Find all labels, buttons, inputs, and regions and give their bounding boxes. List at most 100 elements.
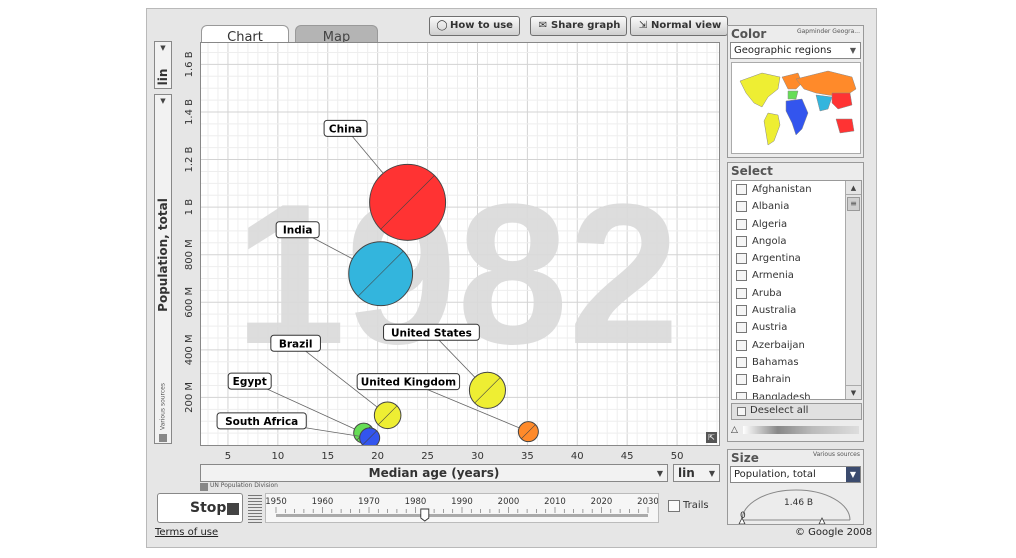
world-map-icon (739, 70, 857, 146)
region-color-map[interactable] (731, 62, 861, 154)
x-scale-dropdown[interactable]: lin ▼ (673, 464, 720, 482)
normal-view-button[interactable]: ⇲ Normal view (630, 16, 729, 36)
chevron-down-icon: ▼ (160, 44, 166, 52)
terms-of-use-link[interactable]: Terms of use (155, 527, 218, 538)
list-item[interactable]: Bahrain (732, 371, 846, 388)
bubble-label: Brazil (279, 338, 313, 350)
x-tick-label: 40 (571, 451, 584, 462)
info-icon (200, 483, 208, 491)
color-dropdown[interactable]: Geographic regions ▼ (730, 42, 861, 59)
checkbox-icon (668, 500, 680, 512)
timeline-year-label: 1970 (358, 497, 380, 507)
size-dropdown[interactable]: Population, total ▼ (730, 466, 861, 483)
scroll-down-icon[interactable]: ▼ (846, 385, 861, 399)
time-slider[interactable]: 1950 1960 1970 1980 1990 2000 2010 2020 2030 (265, 493, 659, 523)
size-gauge-value: 1.46 B (784, 498, 814, 508)
checkbox-icon[interactable] (736, 270, 747, 282)
select-panel-title: Select (731, 164, 773, 178)
trails-label: Trails (683, 500, 709, 511)
checkbox-icon (737, 407, 746, 416)
list-item[interactable]: Afghanistan (732, 181, 846, 198)
chevron-down-icon: ▼ (708, 469, 715, 478)
y-tick-label: 800 M (184, 239, 195, 270)
checkbox-icon[interactable] (736, 201, 747, 213)
checkbox-icon[interactable] (736, 253, 747, 265)
list-item[interactable]: Bangladesh (732, 389, 846, 399)
chevron-down-icon: ▼ (849, 46, 856, 55)
country-name: Azerbaijan (752, 339, 805, 351)
checkbox-icon[interactable] (736, 356, 747, 368)
opacity-slider[interactable]: △ (731, 423, 862, 437)
list-item[interactable]: Bahamas (732, 354, 846, 371)
expand-icon[interactable]: ⇱ (706, 432, 717, 443)
chart-plot-area: 1982 China India United States Brazil United … (200, 42, 720, 449)
y-tick-label: 400 M (184, 334, 195, 365)
speed-control[interactable] (248, 495, 262, 523)
checkbox-icon[interactable] (736, 391, 747, 399)
scroll-up-icon[interactable]: ▲ (846, 181, 861, 195)
how-to-use-button[interactable]: ◯ How to use (429, 16, 520, 36)
slider-handle-icon[interactable]: △ (731, 425, 738, 435)
checkbox-icon[interactable] (736, 374, 747, 386)
timeline-year-label: 1950 (266, 497, 287, 507)
stop-label: Stop (190, 500, 227, 516)
bubble-label: United Kingdom (361, 377, 456, 389)
list-item[interactable]: Argentina (732, 250, 846, 267)
list-item[interactable]: Australia (732, 302, 846, 319)
x-indicator-dropdown[interactable]: Median age (years) ▼ (200, 464, 668, 482)
checkbox-icon[interactable] (736, 322, 747, 334)
x-tick-label: 20 (371, 451, 384, 462)
list-item[interactable]: Angola (732, 233, 846, 250)
country-list[interactable]: Afghanistan Albania Algeria Angola Argentina… (731, 180, 862, 400)
scatter-chart: 1982 China India United States Brazil United … (201, 43, 719, 449)
x-tick-label: 5 (225, 451, 231, 462)
bubble-label: Egypt (233, 376, 267, 388)
timeline-year-label: 2010 (544, 497, 566, 507)
list-item[interactable]: Austria (732, 319, 846, 336)
bubble-label: United States (391, 327, 472, 339)
checkbox-icon[interactable] (736, 305, 747, 317)
list-item[interactable]: Armenia (732, 267, 846, 284)
x-axis-title: Median age (years) (368, 466, 500, 480)
timeline-ticks: 1950 1960 1970 1980 1990 2000 2010 2020 2030 (265, 497, 659, 522)
list-item[interactable]: Azerbaijan (732, 337, 846, 354)
timeline-handle[interactable] (420, 508, 430, 522)
x-tick-labels: 5 10 15 20 25 30 35 40 45 50 (225, 451, 684, 462)
trails-checkbox[interactable]: Trails (665, 499, 727, 515)
checkbox-icon[interactable] (736, 339, 747, 351)
size-selected: Population, total (734, 469, 816, 480)
list-item[interactable]: Aruba (732, 285, 846, 302)
timeline-track[interactable] (276, 514, 648, 517)
checkbox-icon[interactable] (736, 218, 747, 230)
bubble-circle[interactable] (359, 427, 381, 449)
country-name: Afghanistan (752, 184, 812, 195)
country-name: Angola (752, 235, 787, 247)
x-scale-label: lin (678, 466, 695, 480)
list-item[interactable]: Algeria (732, 216, 846, 233)
year-watermark: 1982 (235, 163, 680, 386)
list-scrollbar[interactable]: ▲ ≡ ▼ (845, 181, 861, 399)
stop-icon (227, 503, 239, 515)
y-tick-label: 1 B (184, 199, 195, 216)
y-scale-label: lin (156, 68, 170, 86)
y-scale-dropdown[interactable]: ▼ lin (154, 41, 172, 89)
share-graph-label: Share graph (551, 20, 621, 31)
stop-button[interactable]: Stop (157, 493, 243, 523)
share-graph-button[interactable]: ✉ Share graph (530, 16, 628, 36)
x-source-label: UN Population Division (210, 482, 278, 489)
shrink-icon: ⇲ (638, 20, 648, 31)
scroll-thumb[interactable]: ≡ (847, 197, 860, 211)
checkbox-icon[interactable] (736, 235, 747, 247)
checkbox-icon[interactable] (736, 184, 747, 195)
envelope-icon: ✉ (538, 20, 548, 31)
color-selected: Geographic regions (734, 45, 832, 56)
list-item[interactable]: Albania (732, 198, 846, 215)
how-to-use-label: How to use (450, 20, 513, 31)
size-gauge-min: 0 (740, 511, 746, 521)
y-tick-label: 1.4 B (184, 99, 195, 125)
timeline-year-label: 1990 (451, 497, 473, 507)
country-name: Australia (752, 305, 797, 317)
deselect-all-button[interactable]: Deselect all (731, 403, 862, 420)
checkbox-icon[interactable] (736, 287, 747, 299)
y-indicator-dropdown[interactable]: ▼ Population, total Various sources (154, 94, 172, 444)
